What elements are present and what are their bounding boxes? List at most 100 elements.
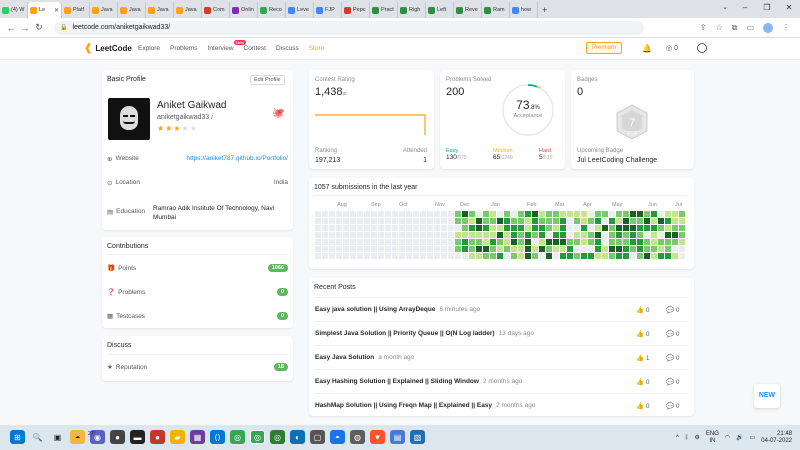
heatmap-cell[interactable]	[322, 246, 328, 252]
browser-tab[interactable]: FJP	[314, 2, 342, 18]
heatmap-cell[interactable]	[385, 239, 391, 245]
heatmap-cell[interactable]	[665, 246, 671, 252]
heatmap-cell[interactable]	[427, 232, 433, 238]
heatmap-cell[interactable]	[392, 246, 398, 252]
heatmap-cell[interactable]	[371, 218, 377, 224]
browser-tab[interactable]: Pepc	[342, 2, 370, 18]
heatmap-cell[interactable]	[329, 232, 335, 238]
browser-tab[interactable]: Platf	[62, 2, 90, 18]
heatmap-cell[interactable]	[350, 246, 356, 252]
heatmap-cell[interactable]	[595, 239, 601, 245]
premium-button[interactable]: Premium	[586, 42, 623, 54]
heatmap-cell[interactable]	[315, 253, 321, 259]
heatmap-cell[interactable]	[651, 225, 657, 231]
heatmap-cell[interactable]	[623, 246, 629, 252]
heatmap-cell[interactable]	[567, 239, 573, 245]
heatmap-cell[interactable]	[546, 218, 552, 224]
recent-post-item[interactable]: HashMap Solution || Using Freqn Map || E…	[315, 393, 688, 417]
browser-tab[interactable]: Com	[202, 2, 230, 18]
volume-icon[interactable]: 🔊	[736, 434, 743, 441]
task-view-icon[interactable]: ▣	[50, 430, 65, 444]
heatmap-cell[interactable]	[553, 239, 559, 245]
heatmap-cell[interactable]	[476, 239, 482, 245]
back-icon[interactable]: ←	[4, 23, 18, 33]
heatmap-cell[interactable]	[448, 246, 454, 252]
heatmap-cell[interactable]	[364, 253, 370, 259]
heatmap-cell[interactable]	[574, 253, 580, 259]
heatmap-cell[interactable]	[364, 246, 370, 252]
forward-icon[interactable]: →	[18, 23, 32, 33]
edit-profile-button[interactable]: Edit Profile	[250, 75, 285, 85]
heatmap-cell[interactable]	[322, 225, 328, 231]
heatmap-cell[interactable]	[665, 225, 671, 231]
heatmap-cell[interactable]	[399, 218, 405, 224]
heatmap-cell[interactable]	[420, 225, 426, 231]
heatmap-cell[interactable]	[672, 225, 678, 231]
heatmap-cell[interactable]	[434, 218, 440, 224]
heatmap-cell[interactable]	[567, 218, 573, 224]
heatmap-cell[interactable]	[497, 225, 503, 231]
heatmap-cell[interactable]	[476, 232, 482, 238]
heatmap-cell[interactable]	[511, 225, 517, 231]
heatmap-cell[interactable]	[357, 232, 363, 238]
heatmap-cell[interactable]	[413, 225, 419, 231]
heatmap-cell[interactable]	[420, 232, 426, 238]
heatmap-cell[interactable]	[658, 211, 664, 217]
heatmap-cell[interactable]	[427, 218, 433, 224]
heatmap-cell[interactable]	[378, 253, 384, 259]
heatmap-cell[interactable]	[630, 218, 636, 224]
heatmap-cell[interactable]	[532, 211, 538, 217]
heatmap-cell[interactable]	[378, 211, 384, 217]
heatmap-cell[interactable]	[665, 232, 671, 238]
heatmap-cell[interactable]	[546, 232, 552, 238]
heatmap-cell[interactable]	[336, 232, 342, 238]
heatmap-cell[interactable]	[616, 218, 622, 224]
heatmap-cell[interactable]	[336, 253, 342, 259]
heatmap-cell[interactable]	[511, 218, 517, 224]
heatmap-cell[interactable]	[315, 232, 321, 238]
heatmap-cell[interactable]	[553, 232, 559, 238]
heatmap-cell[interactable]	[623, 225, 629, 231]
heatmap-cell[interactable]	[616, 232, 622, 238]
heatmap-cell[interactable]	[595, 232, 601, 238]
heatmap-cell[interactable]	[441, 253, 447, 259]
heatmap-cell[interactable]	[371, 246, 377, 252]
heatmap-cell[interactable]	[567, 225, 573, 231]
nav-link-store[interactable]: Store	[309, 45, 325, 52]
coin-counter[interactable]: ◎ 0	[666, 44, 678, 52]
browser-tab[interactable]: Ram	[482, 2, 510, 18]
camera-icon[interactable]: ●	[110, 430, 125, 444]
heatmap-cell[interactable]	[476, 246, 482, 252]
heatmap-cell[interactable]	[483, 211, 489, 217]
heatmap-cell[interactable]	[455, 239, 461, 245]
heatmap-cell[interactable]	[427, 239, 433, 245]
heatmap-cell[interactable]	[322, 239, 328, 245]
heatmap-cell[interactable]	[378, 225, 384, 231]
heatmap-cell[interactable]	[350, 253, 356, 259]
recent-post-item[interactable]: Easy Hashing Solution || Explained || Sl…	[315, 369, 688, 393]
heatmap-cell[interactable]	[378, 232, 384, 238]
heatmap-cell[interactable]	[644, 225, 650, 231]
bookmark-star-icon[interactable]: ☆	[716, 23, 723, 32]
heatmap-cell[interactable]	[420, 246, 426, 252]
heatmap-cell[interactable]	[511, 232, 517, 238]
heatmap-cell[interactable]	[497, 239, 503, 245]
heatmap-cell[interactable]	[602, 225, 608, 231]
heatmap-cell[interactable]	[539, 232, 545, 238]
heatmap-cell[interactable]	[679, 246, 685, 252]
heatmap-cell[interactable]	[455, 211, 461, 217]
browser-tab[interactable]: Left	[426, 2, 454, 18]
browser-tab[interactable]: Leve	[286, 2, 314, 18]
heatmap-cell[interactable]	[364, 239, 370, 245]
heatmap-cell[interactable]	[637, 211, 643, 217]
heatmap-cell[interactable]	[665, 211, 671, 217]
heatmap-cell[interactable]	[658, 246, 664, 252]
heatmap-cell[interactable]	[602, 211, 608, 217]
heatmap-cell[interactable]	[385, 225, 391, 231]
heatmap-cell[interactable]	[574, 232, 580, 238]
recent-post-item[interactable]: Easy Java Solution a month ago 👍 1 💬 0	[315, 345, 688, 369]
heatmap-cell[interactable]	[630, 253, 636, 259]
heatmap-cell[interactable]	[462, 253, 468, 259]
heatmap-cell[interactable]	[336, 218, 342, 224]
heatmap-cell[interactable]	[553, 225, 559, 231]
